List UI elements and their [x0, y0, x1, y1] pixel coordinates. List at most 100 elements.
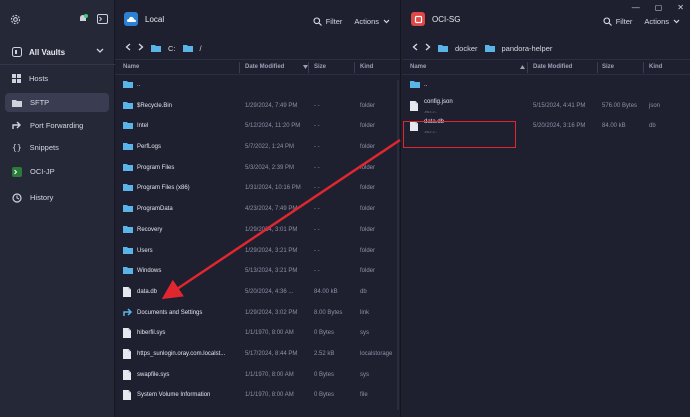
col-date-header[interactable]: Date Modified	[245, 64, 284, 70]
filter-button[interactable]: Filter	[603, 17, 632, 26]
chevron-down-icon	[673, 19, 680, 24]
file-date: 1/1/1970, 8:00 AM	[245, 392, 294, 399]
column-divider	[597, 62, 598, 73]
col-kind-header[interactable]: Kind	[360, 64, 373, 70]
table-row[interactable]: Windows 5/13/2024, 3:21 PM - - folder	[115, 261, 400, 282]
actions-button[interactable]: Actions	[644, 17, 680, 26]
back-icon[interactable]	[412, 43, 418, 53]
table-row[interactable]: Program Files (x86) 1/31/2024, 10:16 PM - …	[115, 178, 400, 199]
notifications-icon[interactable]	[77, 13, 89, 25]
actions-button[interactable]: Actions	[354, 17, 390, 26]
sidebar-item-hosts[interactable]: Hosts	[5, 69, 109, 88]
table-row[interactable]: ..	[402, 75, 690, 96]
folder-icon	[12, 99, 22, 107]
sidebar-item-oci-jp[interactable]: OCI-JP	[5, 162, 109, 181]
table-row[interactable]: Documents and Settings 1/29/2024, 3:02 PM…	[115, 303, 400, 324]
file-kind: localstorage	[360, 350, 393, 357]
file-date: 5/15/2024, 4:41 PM	[533, 102, 586, 109]
file-size: - -	[314, 123, 320, 130]
search-icon	[603, 17, 612, 26]
folder-icon	[484, 44, 495, 52]
folder-icon	[123, 142, 133, 152]
breadcrumb-item[interactable]: docker	[455, 44, 478, 53]
settings-gear-icon[interactable]	[10, 14, 21, 25]
file-date: 5/3/2024, 2:39 PM	[245, 164, 295, 171]
forward-icon[interactable]	[138, 43, 144, 53]
remote-pane-header: OCI-SG Filter Actions	[402, 0, 690, 38]
actions-label: Actions	[644, 17, 669, 26]
file-kind: folder	[360, 206, 376, 213]
col-name-header[interactable]: Name	[410, 64, 426, 70]
filter-button[interactable]: Filter	[313, 17, 342, 26]
file-name: System Volume Information	[137, 392, 211, 399]
file-name: PerfLogs	[137, 144, 162, 151]
file-kind: folder	[360, 185, 376, 192]
table-row[interactable]: swapfile.sys 1/1/1970, 8:00 AM 0 Bytes sys	[115, 365, 400, 386]
breadcrumb-item[interactable]: pandora-helper	[502, 44, 553, 53]
col-date-header[interactable]: Date Modified	[533, 64, 572, 70]
table-row[interactable]: https_sunlogin.oray.com.localst... 5/17/2…	[115, 344, 400, 365]
table-row[interactable]: $Recycle.Bin 1/29/2024, 7:49 PM - - folder	[115, 96, 400, 117]
file-kind: db	[360, 288, 367, 295]
back-icon[interactable]	[125, 43, 131, 53]
breadcrumb-item[interactable]: C:	[168, 44, 176, 53]
col-size-header[interactable]: Size	[314, 64, 326, 70]
forward-icon[interactable]	[425, 43, 431, 53]
file-name: ..	[424, 82, 428, 88]
file-size: - -	[314, 226, 320, 233]
table-row[interactable]: data.db 5/20/2024, 4:36 ... 84.00 kB db	[115, 282, 400, 303]
file-name: ..	[137, 82, 141, 88]
sidebar-item-snippets[interactable]: {} Snippets	[5, 138, 109, 157]
file-size: - -	[314, 164, 320, 171]
file-size: 0 Bytes	[314, 330, 335, 337]
actions-label: Actions	[354, 17, 379, 26]
folder-icon	[123, 246, 133, 256]
folder-icon	[123, 225, 133, 235]
file-kind: db	[649, 123, 656, 130]
file-date: 1/29/2024, 3:21 PM	[245, 247, 298, 254]
remote-badge-icon	[411, 12, 425, 26]
table-row[interactable]: hiberfil.sys 1/1/1970, 8:00 AM 0 Bytes sys	[115, 323, 400, 344]
file-size: 2.52 kB	[314, 350, 335, 357]
breadcrumb-item[interactable]: /	[200, 44, 202, 53]
column-divider	[308, 62, 309, 73]
file-date: 4/23/2024, 7:49 PM	[245, 206, 298, 213]
file-size: - -	[314, 268, 320, 275]
file-permissions: -rw-r--r--	[424, 109, 438, 114]
sidebar-item-port-forwarding[interactable]: Port Forwarding	[5, 116, 109, 135]
sidebar-item-history[interactable]: History	[5, 188, 109, 207]
table-row[interactable]: Intel 5/12/2024, 11:20 PM - - folder	[115, 116, 400, 137]
column-divider	[239, 62, 240, 73]
column-divider	[643, 62, 644, 73]
column-header: Name Date Modified Size Kind	[402, 59, 690, 75]
table-row[interactable]: PerfLogs 5/7/2022, 1:24 PM - - folder	[115, 137, 400, 158]
table-row[interactable]: System Volume Information 1/1/1970, 8:00 …	[115, 385, 400, 406]
table-row[interactable]: Program Files 5/3/2024, 2:39 PM - - folder	[115, 158, 400, 179]
sidebar-item-sftp[interactable]: SFTP	[5, 93, 109, 112]
table-row[interactable]: Users 1/29/2024, 3:21 PM - - folder	[115, 241, 400, 262]
file-name: Windows	[137, 268, 162, 275]
file-size: - -	[314, 247, 320, 254]
file-date: 5/17/2024, 8:44 PM	[245, 350, 298, 357]
folder-icon	[123, 80, 133, 90]
terminal-icon[interactable]	[97, 14, 108, 24]
file-size: - -	[314, 144, 320, 151]
table-row[interactable]: ..	[115, 75, 400, 96]
file-name: $Recycle.Bin	[137, 102, 173, 109]
vault-selector[interactable]: All Vaults	[6, 42, 110, 62]
file-name: hiberfil.sys	[137, 330, 166, 337]
col-kind-header[interactable]: Kind	[649, 64, 662, 70]
table-row[interactable]: config.json -rw-r--r-- 5/15/2024, 4:41 PM 5…	[402, 96, 690, 117]
scrollbar[interactable]	[397, 80, 399, 410]
table-row[interactable]: Recovery 1/29/2024, 3:01 PM - - folder	[115, 220, 400, 241]
hosts-grid-icon	[12, 74, 21, 83]
vault-icon	[12, 47, 22, 57]
col-size-header[interactable]: Size	[602, 64, 614, 70]
col-name-header[interactable]: Name	[123, 64, 139, 70]
table-row[interactable]: ProgramData 4/23/2024, 7:49 PM - - folder	[115, 199, 400, 220]
file-kind: json	[649, 102, 661, 109]
file-kind: folder	[360, 144, 376, 151]
sort-caret-icon	[520, 65, 525, 69]
file-name: Program Files (x86)	[137, 185, 190, 192]
pane-title: OCI-SG	[432, 14, 461, 24]
